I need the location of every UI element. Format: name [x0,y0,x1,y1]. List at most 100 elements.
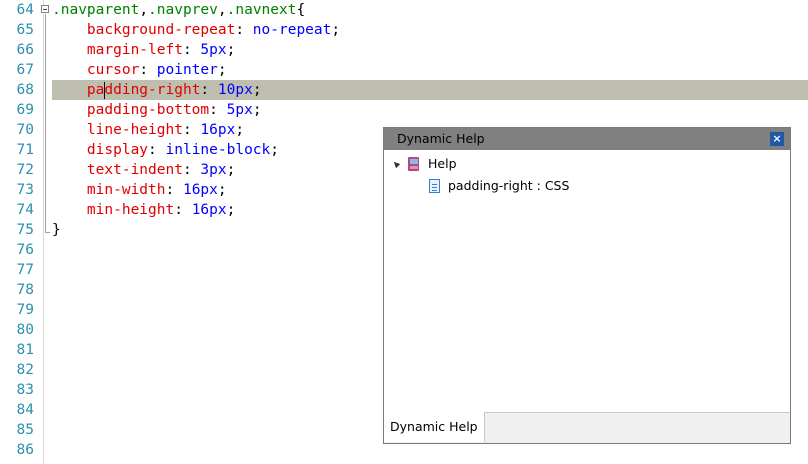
line-number: 69 [16,102,34,118]
tree-item-help[interactable]: Help [384,153,790,175]
code-text: margin-left: 5px; [52,40,235,60]
code-token: 16px [191,202,227,218]
line-number: 79 [16,302,34,318]
book-icon [408,157,419,171]
code-token: : [182,122,201,138]
code-text: cursor: pointer; [52,60,227,80]
fold-guide [45,14,46,232]
tab-dynamic-help[interactable]: Dynamic Help [384,412,485,442]
code-token: dding-right [104,82,201,98]
code-token: } [52,222,61,238]
close-icon[interactable]: × [770,132,784,146]
code-token: : [200,82,218,98]
line-number: 82 [16,362,34,378]
code-token: 3px [200,162,227,178]
code-text: line-height: 16px; [52,120,244,140]
code-line[interactable]: 64 .navparent,.navprev,.navnext{ [0,0,808,20]
tree-item-label: Help [428,156,457,171]
code-token: .navprev [148,2,218,18]
code-token: : [209,102,227,118]
code-token: ; [217,182,227,198]
code-line[interactable]: 66 margin-left: 5px; [0,40,808,60]
line-number: 83 [16,382,34,398]
code-token: ; [217,62,227,78]
dynamic-help-panel: Dynamic Help × Help padding-right : CSS … [383,127,791,444]
help-tree: Help padding-right : CSS [384,152,790,413]
code-token: pa [52,82,105,98]
line-number: 71 [16,142,34,158]
code-token: display [52,142,149,158]
line-number: 78 [16,282,34,298]
code-token: : [174,202,192,218]
code-token: ; [226,202,236,218]
code-token: : [139,62,157,78]
fold-toggle-icon[interactable] [41,5,49,13]
line-number: 75 [16,222,34,238]
line-number: 72 [16,162,34,178]
line-number: 77 [16,262,34,278]
code-token: .navparent [52,2,140,18]
tree-item-padding-right[interactable]: padding-right : CSS [384,175,790,197]
line-number: 73 [16,182,34,198]
code-token: ; [235,122,245,138]
code-token: , [217,2,227,18]
code-token: line-height [52,122,183,138]
code-token: .navnext [226,2,297,18]
line-number: 85 [16,422,34,438]
code-token: { [296,2,306,18]
code-token: ; [252,102,262,118]
code-line[interactable]: 65 background-repeat: no-repeat; [0,20,808,40]
code-token: ; [226,162,236,178]
code-token: ; [226,42,236,58]
code-token: 5px [226,102,253,118]
code-token: : [148,142,166,158]
page-icon [429,179,440,193]
code-token: min-width [52,182,166,198]
code-token: ; [331,22,341,38]
line-number: 67 [16,62,34,78]
code-line[interactable]: 67 cursor: pointer; [0,60,808,80]
line-number: 81 [16,342,34,358]
code-token: ; [252,82,262,98]
code-token: background-repeat [52,22,236,38]
code-token: 16px [182,182,218,198]
code-token: no-repeat [252,22,332,38]
code-token: 10px [217,82,253,98]
code-token: 16px [200,122,236,138]
fold-guide-end [45,232,50,233]
line-number: 70 [16,122,34,138]
line-number: 68 [16,82,34,98]
code-text: min-width: 16px; [52,180,227,200]
code-text: } [52,220,61,240]
code-text: min-height: 16px; [52,200,235,220]
code-token: margin-left [52,42,183,58]
code-token: min-height [52,202,175,218]
code-text: .navparent,.navprev,.navnext{ [52,0,305,20]
line-number: 66 [16,42,34,58]
code-text: background-repeat: no-repeat; [52,20,340,40]
code-token: : [235,22,253,38]
line-number: 64 [16,2,34,18]
line-number: 74 [16,202,34,218]
line-number: 65 [16,22,34,38]
code-token: padding-bottom [52,102,210,118]
panel-title: Dynamic Help [384,128,790,150]
code-token: : [165,182,183,198]
line-number: 84 [16,402,34,418]
code-text: padding-right: 10px; [52,80,262,100]
code-text: text-indent: 3px; [52,160,235,180]
line-number: 86 [16,442,34,458]
code-token: ; [270,142,279,158]
code-token: text-indent [52,162,183,178]
code-token: inline-block [165,142,271,158]
code-token: : [182,42,201,58]
tree-item-label: padding-right : CSS [448,178,570,193]
code-token: cursor [52,62,140,78]
code-line[interactable]: 69 padding-bottom: 5px; [0,100,808,120]
code-token: 5px [200,42,227,58]
code-token: pointer [156,62,218,78]
code-line[interactable]: 68 padding-right: 10px; [0,80,808,100]
expanded-triangle-icon[interactable] [391,159,401,169]
panel-tab-strip: Dynamic Help [384,412,790,443]
code-token: , [139,2,149,18]
